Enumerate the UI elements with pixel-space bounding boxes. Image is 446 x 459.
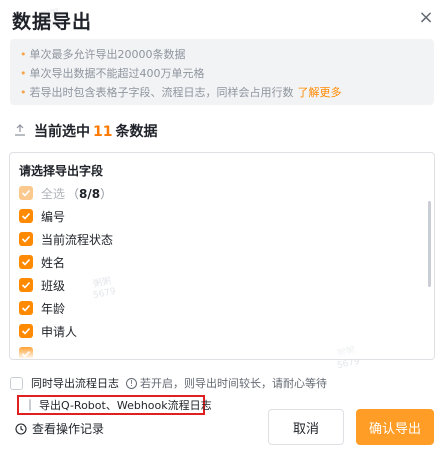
cancel-button[interactable]: 取消: [268, 409, 344, 445]
field-checkbox-applicant[interactable]: 申请人: [19, 322, 77, 340]
select-all-count: （8/8）: [67, 186, 113, 201]
checkmark-icon: [19, 278, 33, 292]
select-all-checkbox[interactable]: 全选 （8/8）: [19, 184, 112, 202]
close-icon[interactable]: ×: [416, 8, 436, 28]
field-label: 班级: [41, 278, 66, 293]
field-label: 编号: [41, 209, 66, 224]
export-dialog: 粥粥5679 粥粥5679 粥粥5679 粥粥5679 数据导出 × •单次最多…: [0, 0, 446, 459]
confirm-export-button[interactable]: 确认导出: [356, 409, 434, 445]
dialog-title: 数据导出: [12, 11, 93, 33]
checkmark-icon: [19, 232, 33, 246]
field-checkbox-name[interactable]: 姓名: [19, 253, 65, 271]
view-history-link[interactable]: 查看操作记录: [15, 420, 104, 437]
flow-log-checkbox[interactable]: [10, 376, 23, 390]
field-checkbox-age[interactable]: 年龄: [19, 299, 65, 317]
checkmark-icon: [19, 324, 33, 338]
scrollbar[interactable]: [428, 201, 431, 287]
export-fields-panel: 请选择导出字段 全选 （8/8） 编号 当前流程状态 姓名 班级 年龄 申请人: [9, 152, 435, 360]
select-all-label: 全选: [41, 186, 66, 201]
notice-line: • 单次导出数据不能超过400万单元格: [20, 64, 434, 83]
field-label: 年龄: [41, 301, 66, 316]
notice-text: 若导出时包含表格子字段、流程日志，同样会占用行数: [29, 86, 294, 99]
field-checkbox-class[interactable]: 班级: [19, 276, 65, 294]
field-checkbox-flow-status[interactable]: 当前流程状态: [19, 230, 113, 248]
flow-log-hint: 若开启，则导出时间较长，请耐心等待: [140, 377, 327, 390]
checkmark-icon: [19, 209, 33, 223]
selected-count: 11: [93, 124, 113, 140]
notice-text: 单次最多允许导出20000条数据: [29, 48, 186, 61]
robot-log-checkbox[interactable]: [29, 399, 31, 411]
upload-icon: [14, 124, 28, 140]
fields-title: 请选择导出字段: [19, 164, 104, 178]
selected-count-row: 当前选中 11 条数据: [14, 121, 157, 141]
field-label: 申请人: [41, 324, 78, 339]
info-icon: !: [126, 377, 137, 389]
notice-line: • 若导出时包含表格子字段、流程日志，同样会占用行数 了解更多: [20, 83, 434, 102]
field-label: 姓名: [41, 255, 66, 270]
history-label: 查看操作记录: [32, 422, 105, 436]
field-label: 当前流程状态: [41, 232, 114, 247]
bullet-icon: •: [20, 67, 27, 80]
selected-prefix: 当前选中: [34, 124, 90, 140]
flow-log-label: 同时导出流程日志: [31, 377, 119, 390]
checkmark-icon: [19, 255, 33, 269]
checkmark-icon: [19, 301, 33, 315]
notice-box: • 单次最多允许导出20000条数据 • 单次导出数据不能超过400万单元格 • 若导…: [10, 39, 434, 105]
robot-log-row-highlight: 导出Q-Robot、Webhook流程日志: [17, 395, 212, 415]
flow-log-row: 同时导出流程日志 ! 若开启，则导出时间较长，请耐心等待: [10, 375, 327, 391]
field-checkbox-number[interactable]: 编号: [19, 207, 65, 225]
scroll-fade: [10, 347, 434, 359]
bullet-icon: •: [20, 48, 27, 61]
notice-line: • 单次最多允许导出20000条数据: [20, 45, 434, 64]
notice-text: 单次导出数据不能超过400万单元格: [29, 67, 205, 80]
selected-suffix: 条数据: [115, 124, 158, 140]
history-icon: [15, 422, 27, 435]
checkmark-icon: [19, 186, 33, 200]
bullet-icon: •: [20, 86, 27, 99]
learn-more-link[interactable]: 了解更多: [298, 86, 342, 99]
robot-log-label: 导出Q-Robot、Webhook流程日志: [39, 399, 212, 412]
